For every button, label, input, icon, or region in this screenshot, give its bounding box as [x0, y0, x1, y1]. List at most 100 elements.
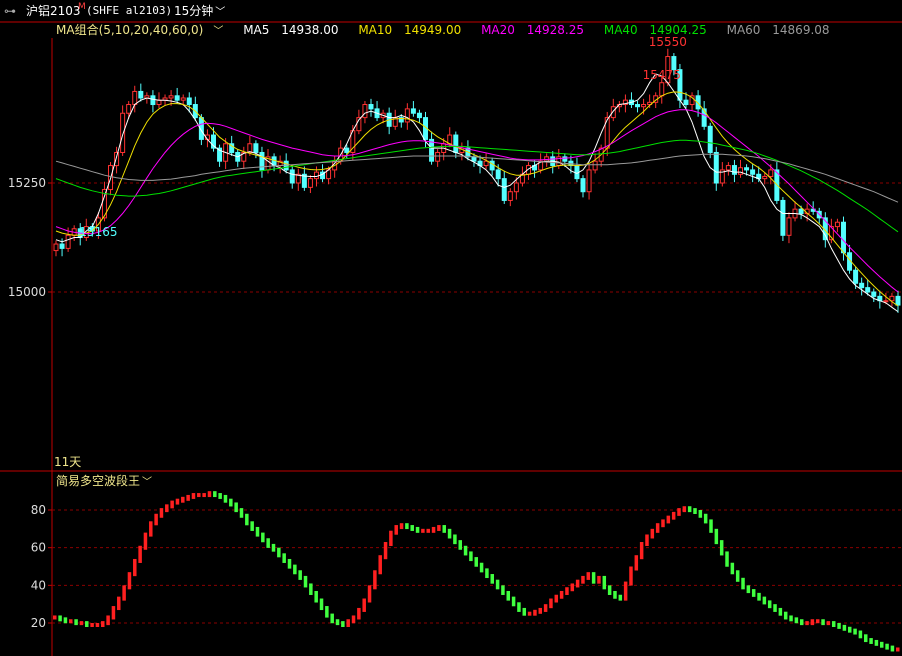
candle-body — [65, 234, 71, 249]
indicator-bar — [85, 621, 89, 627]
indicator-bar — [682, 506, 687, 513]
price-chart[interactable]: 11天 15000 15250 15475 15550 15165 20 40 60 80 — [0, 0, 902, 656]
candle-body — [713, 151, 719, 184]
candle-body — [592, 160, 598, 171]
indicator-bar — [837, 623, 841, 629]
indicator-bar — [122, 585, 126, 601]
indicator-bar — [645, 534, 649, 547]
indicator-bar — [309, 583, 313, 595]
indicator-bar — [149, 521, 153, 537]
candle-body — [701, 108, 707, 127]
candle-body — [168, 95, 174, 99]
candle-body — [738, 167, 744, 175]
candle-body — [871, 291, 877, 297]
indicator-bar — [133, 558, 137, 577]
indicator-bar — [501, 585, 505, 595]
candle-body — [610, 106, 616, 119]
indicator-bar — [143, 532, 148, 550]
candle-body — [840, 221, 846, 254]
indicator-bar — [79, 621, 84, 626]
candle-body — [683, 99, 689, 106]
candle-body — [731, 165, 737, 175]
indicator-bar — [629, 566, 633, 586]
candle-body — [174, 95, 180, 101]
indicator-bar — [799, 619, 804, 626]
indicator-bar — [490, 574, 495, 584]
candle-body — [725, 165, 731, 171]
indicator-bar — [127, 572, 132, 590]
indicator-bar — [287, 558, 292, 569]
indicator-bar — [554, 594, 559, 603]
candle-body — [186, 97, 192, 106]
indicator-bar — [730, 562, 735, 575]
indicator-bar — [511, 596, 516, 607]
indicator-bar — [549, 598, 553, 609]
candle-body — [780, 199, 786, 236]
indicator-bar — [298, 570, 302, 580]
candle-body — [307, 178, 313, 188]
indicator-bar — [698, 510, 703, 518]
candle-body — [798, 208, 804, 215]
candle-body — [483, 160, 489, 167]
indicator-bar — [671, 511, 676, 520]
candle-body — [289, 169, 295, 184]
indicator-bar — [341, 621, 345, 627]
candle-body — [471, 156, 477, 162]
indicator-bar — [181, 496, 185, 503]
indicator-bar — [543, 604, 548, 612]
indicator-bar — [581, 575, 585, 584]
indicator-bar — [101, 621, 105, 627]
price-tick-label: 15250 — [8, 176, 46, 190]
indicator-bar — [634, 555, 639, 571]
indicator-bar — [191, 493, 196, 499]
candle-body — [150, 95, 156, 106]
indicator-bar — [378, 555, 382, 575]
candle-body — [641, 104, 647, 108]
candle-body — [404, 108, 410, 123]
candle-body — [368, 104, 374, 110]
indicator-bar — [234, 502, 238, 513]
indicator-bar — [586, 572, 591, 580]
candle-body — [513, 182, 519, 193]
candle-body — [138, 90, 144, 99]
indicator-bar — [165, 504, 169, 513]
days-label: 11天 — [54, 455, 81, 469]
indicator-bar — [714, 528, 719, 545]
indicator-bar — [858, 630, 863, 639]
ma-line-ma10 — [55, 91, 899, 307]
candle-body — [744, 167, 750, 171]
indicator-bar — [277, 547, 281, 558]
indicator-bar — [245, 513, 249, 526]
candle-body — [313, 171, 319, 180]
indicator-bar — [741, 577, 745, 590]
ma-line-ma40 — [55, 139, 899, 233]
indicator-bar — [303, 575, 308, 588]
indicator-bar — [239, 508, 244, 518]
indicator-bar — [783, 611, 788, 620]
indicator-bar — [693, 508, 697, 514]
indicator-bar — [650, 528, 655, 539]
indicator-bar — [293, 564, 297, 575]
indicator-bar — [111, 606, 116, 620]
indicator-bar — [602, 575, 607, 590]
candle-body — [53, 243, 59, 252]
indicator-bar — [527, 611, 532, 616]
indicator-bar — [394, 525, 398, 535]
indicator-bar — [746, 585, 751, 594]
indicator-bar — [421, 528, 425, 533]
indicator-bar — [767, 600, 772, 609]
candle-body — [859, 282, 865, 289]
indicator-bar — [431, 526, 436, 533]
indicator-bar — [709, 519, 713, 533]
indicator-tick-label: 60 — [31, 541, 46, 555]
indicator-bar — [453, 534, 457, 545]
indicator-bar — [661, 519, 665, 528]
indicator-bar — [159, 508, 164, 518]
candle-body — [253, 143, 259, 153]
indicator-bar — [639, 542, 644, 560]
indicator-bar — [522, 607, 527, 616]
indicator-bar — [879, 641, 884, 648]
candle-body — [507, 191, 513, 201]
price-annotation: 15165 — [79, 225, 117, 239]
indicator-bar — [58, 615, 62, 622]
